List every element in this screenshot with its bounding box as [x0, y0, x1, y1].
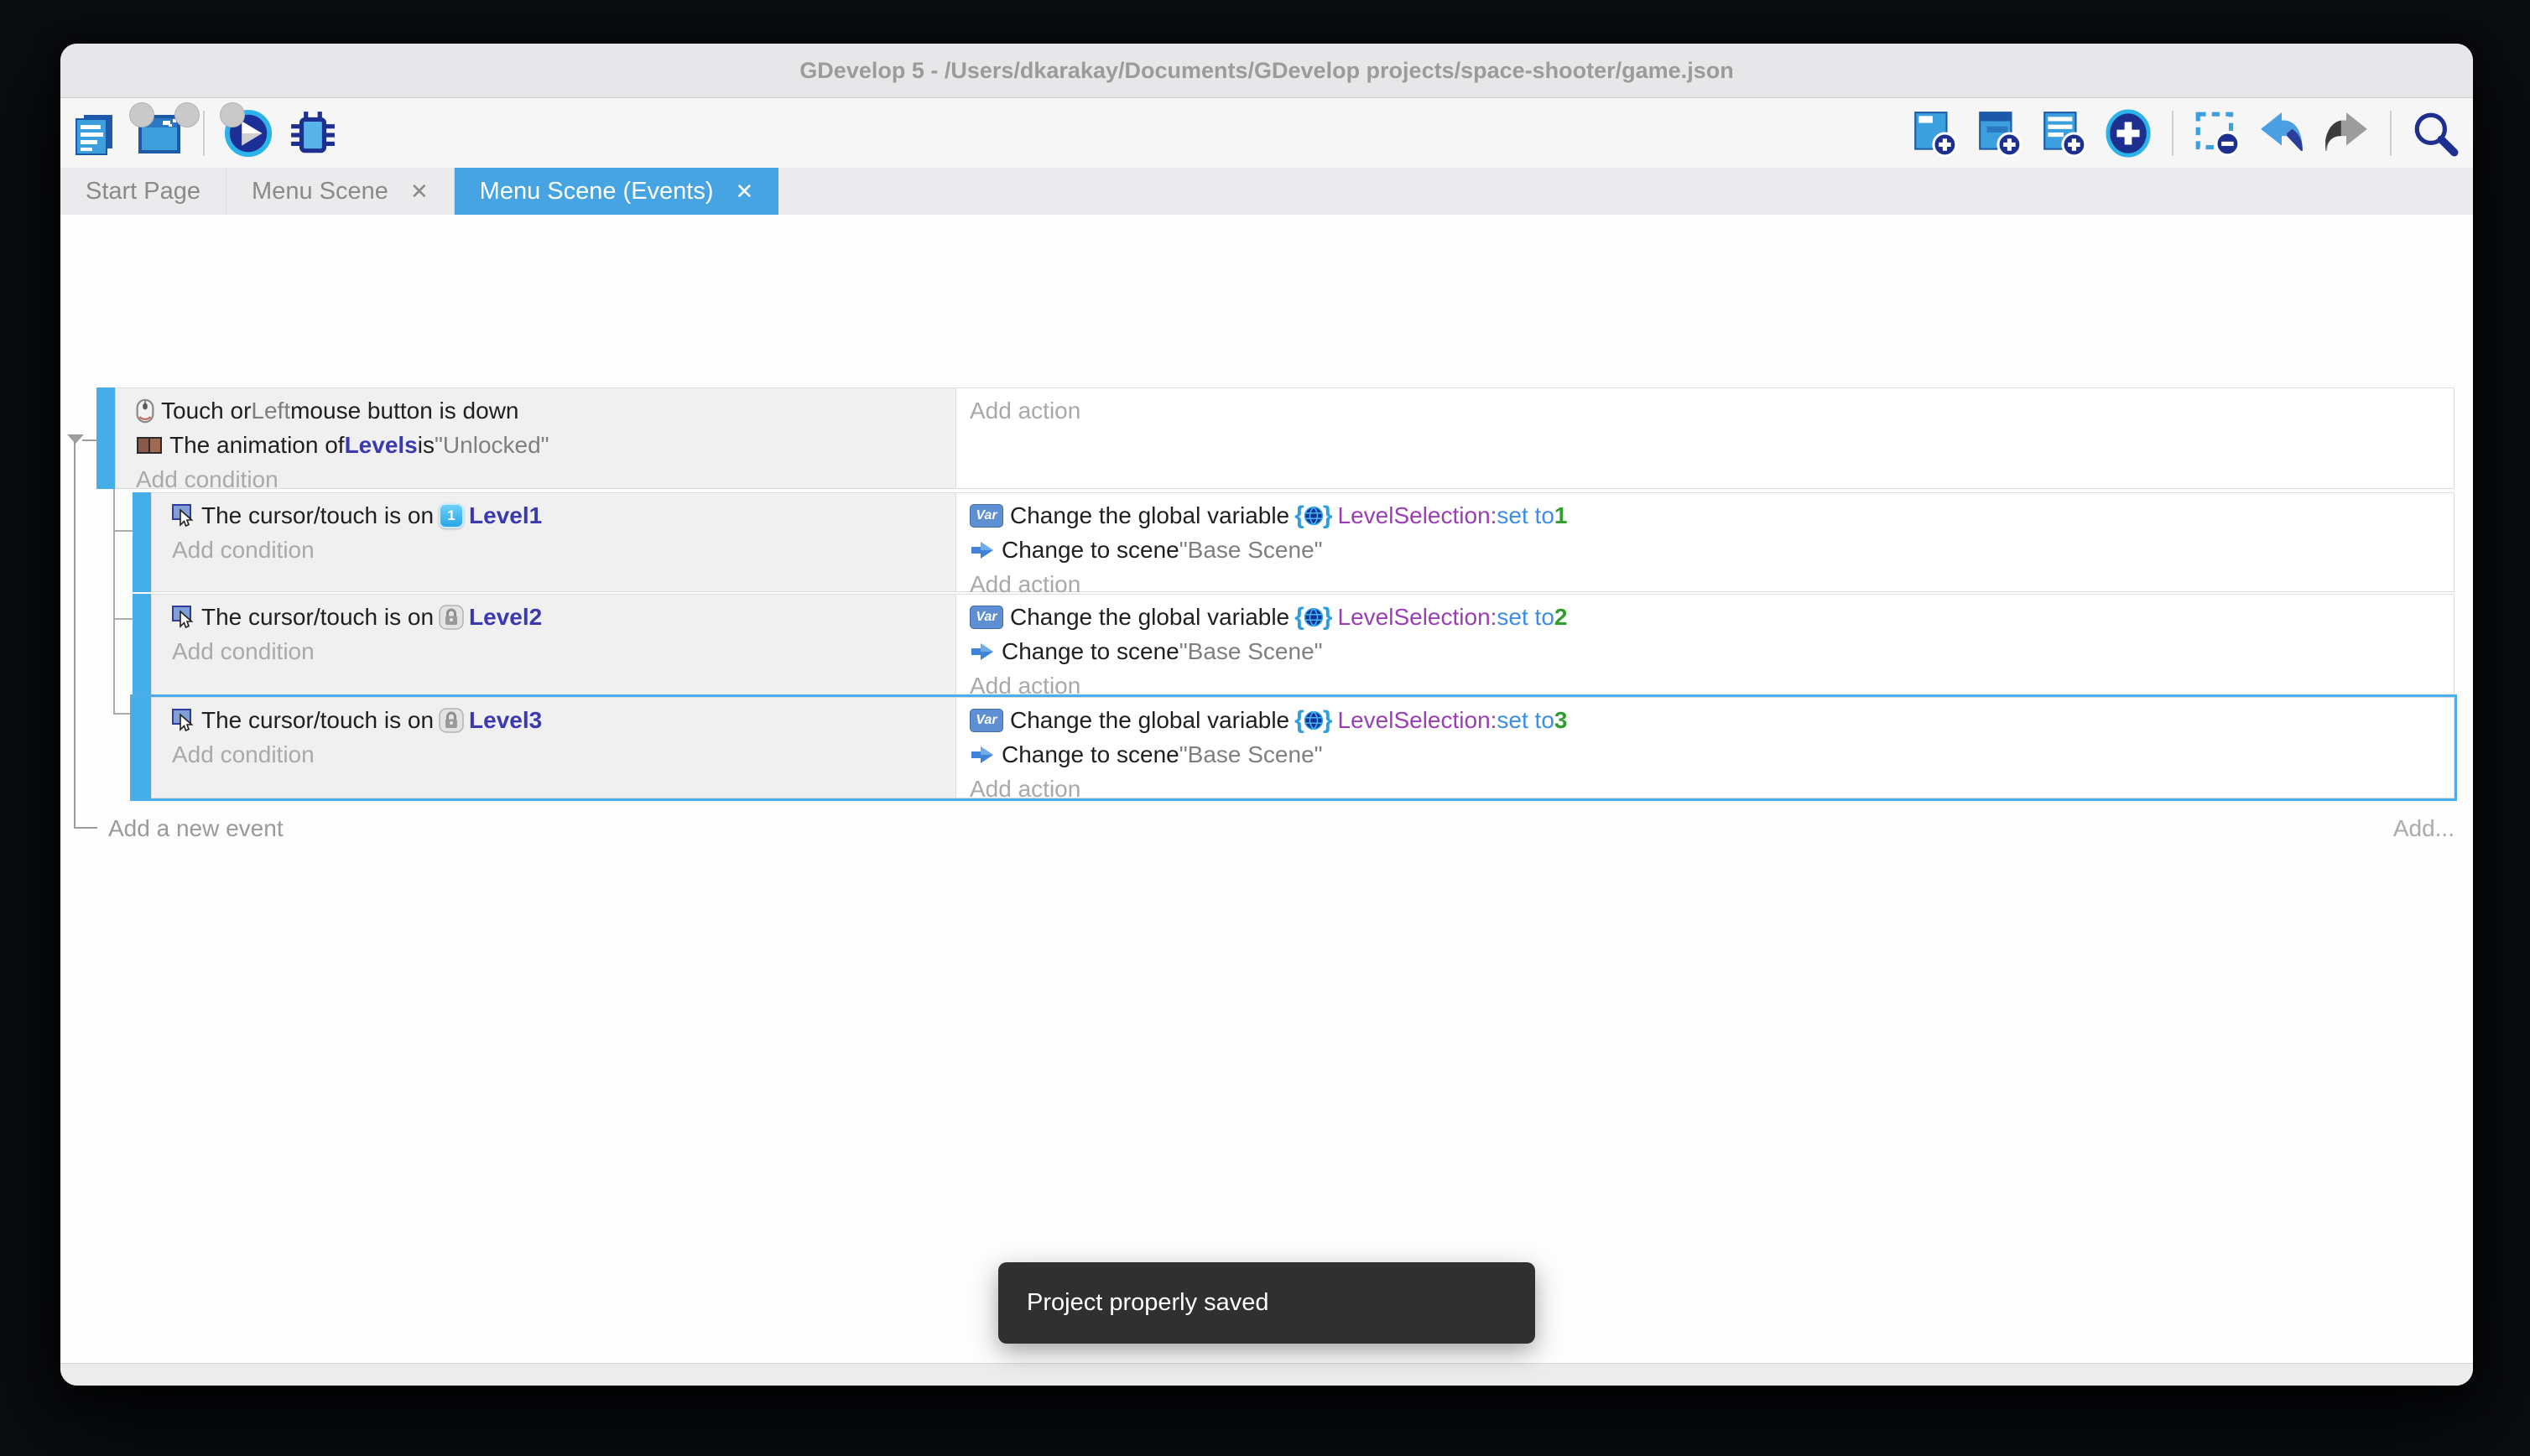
title-bar[interactable]: GDevelop 5 - /Users/dkarakay/Documents/G… [60, 44, 2473, 98]
tab-menu-scene-events-[interactable]: Menu Scene (Events) ✕ [455, 168, 779, 215]
add-event-icon[interactable] [1910, 109, 1959, 158]
event-drag-bar[interactable] [96, 387, 115, 489]
actions-column: VarChange the global variable {}LevelSel… [956, 493, 2454, 591]
toolbar-right-group [1910, 109, 2473, 158]
cursor-icon [172, 709, 195, 732]
action[interactable]: Change to scene "Base Scene" [970, 533, 2454, 567]
redo-icon[interactable] [2322, 109, 2371, 158]
scene-arrow-icon [970, 539, 995, 561]
toolbar-separator [2172, 111, 2173, 156]
add-action-button[interactable]: Add action [970, 393, 2454, 428]
add-condition-button[interactable]: Add condition [136, 462, 955, 497]
animation-icon [136, 434, 163, 456]
var-icon: Var [970, 606, 1003, 629]
tab-label: Start Page [86, 178, 200, 205]
window-bottom-chrome [60, 1363, 2473, 1386]
event-drag-bar[interactable] [133, 697, 151, 798]
actions-column: VarChange the global variable {}LevelSel… [956, 698, 2454, 798]
toast-message: Project properly saved [1027, 1289, 1269, 1317]
tab-label: Menu Scene (Events) [480, 178, 714, 205]
add-action-button[interactable]: Add action [970, 772, 2454, 806]
delete-event-icon[interactable] [2193, 109, 2241, 158]
lock-icon [439, 605, 464, 630]
tab-bar: Start PageMenu Scene✕Menu Scene (Events)… [60, 168, 2473, 216]
debug-icon[interactable] [289, 109, 337, 158]
tree-line [82, 439, 97, 441]
undo-icon[interactable] [2257, 109, 2306, 158]
tab-label: Menu Scene [252, 178, 388, 205]
add-more-button[interactable]: Add... [2393, 812, 2455, 845]
project-manager-icon[interactable] [70, 109, 119, 158]
conditions-column: The cursor/touch is on Level3Add conditi… [152, 698, 956, 798]
tab-menu-scene[interactable]: Menu Scene ✕ [226, 168, 455, 215]
add-new-event-button[interactable]: Add a new event [108, 812, 284, 845]
condition[interactable]: The cursor/touch is on Level3 [172, 703, 955, 737]
scene-arrow-icon [970, 744, 995, 766]
global-braces-icon: {} [1294, 503, 1332, 528]
cursor-icon [172, 504, 195, 528]
add-subevent-icon[interactable] [1975, 109, 2023, 158]
events-sheet: Touch or Left mouse button is downThe an… [60, 215, 2473, 1364]
actions-column: VarChange the global variable {}LevelSel… [956, 595, 2454, 694]
conditions-column: The cursor/touch is on Level2Add conditi… [152, 595, 956, 694]
level1-icon: 1 [439, 503, 464, 528]
tab-start-page[interactable]: Start Page [60, 168, 226, 215]
tree-line [113, 486, 115, 715]
snackbar-toast: Project properly saved [998, 1262, 1535, 1344]
action[interactable]: Change to scene "Base Scene" [970, 737, 2454, 772]
minimize-button[interactable] [174, 102, 200, 127]
tab-close-icon[interactable]: ✕ [410, 179, 429, 205]
add-other-event-icon[interactable] [2104, 109, 2153, 158]
traffic-lights [129, 102, 245, 127]
var-icon: Var [970, 709, 1003, 732]
conditions-column: Touch or Left mouse button is downThe an… [116, 388, 956, 488]
global-braces-icon: {} [1294, 605, 1332, 630]
add-condition-button[interactable]: Add condition [172, 737, 955, 772]
tree-line [74, 827, 97, 829]
desktop-background: GDevelop 5 - /Users/dkarakay/Documents/G… [0, 0, 2530, 1456]
add-comment-icon[interactable] [2039, 109, 2088, 158]
tree-line [113, 530, 133, 532]
sub-event-row[interactable]: The cursor/touch is on Level3Add conditi… [133, 697, 2455, 798]
add-condition-button[interactable]: Add condition [172, 533, 955, 567]
condition[interactable]: The cursor/touch is on Level2 [172, 600, 955, 634]
condition[interactable]: The animation of Levels is "Unlocked" [136, 428, 955, 462]
search-icon[interactable] [2411, 109, 2460, 158]
scene-arrow-icon [970, 641, 995, 663]
toolbar-separator [2390, 111, 2392, 156]
action[interactable]: VarChange the global variable {}LevelSel… [970, 498, 2454, 533]
global-braces-icon: {} [1294, 708, 1332, 733]
tree-line [74, 441, 75, 829]
condition[interactable]: Touch or Left mouse button is down [136, 393, 955, 428]
event-drag-bar[interactable] [133, 492, 151, 592]
sub-event-row[interactable]: The cursor/touch is on 1Level1Add condit… [133, 492, 2455, 592]
close-button[interactable] [129, 102, 154, 127]
var-icon: Var [970, 504, 1003, 528]
app-window: GDevelop 5 - /Users/dkarakay/Documents/G… [60, 44, 2473, 1386]
event-row[interactable]: Touch or Left mouse button is downThe an… [96, 387, 2455, 489]
action[interactable]: VarChange the global variable {}LevelSel… [970, 703, 2454, 737]
mouse-icon [136, 398, 154, 424]
main-toolbar [60, 98, 2473, 168]
actions-column: Add action [956, 388, 2454, 488]
action[interactable]: VarChange the global variable {}LevelSel… [970, 600, 2454, 634]
collapse-arrow-icon[interactable] [67, 434, 84, 444]
tree-line [113, 618, 133, 620]
cursor-icon [172, 606, 195, 629]
condition[interactable]: The cursor/touch is on 1Level1 [172, 498, 955, 533]
event-drag-bar[interactable] [133, 594, 151, 695]
add-condition-button[interactable]: Add condition [172, 634, 955, 668]
zoom-button[interactable] [220, 102, 245, 127]
sub-event-row[interactable]: The cursor/touch is on Level2Add conditi… [133, 594, 2455, 695]
conditions-column: The cursor/touch is on 1Level1Add condit… [152, 493, 956, 591]
lock-icon [439, 708, 464, 733]
action[interactable]: Change to scene "Base Scene" [970, 634, 2454, 668]
window-title: GDevelop 5 - /Users/dkarakay/Documents/G… [60, 44, 2473, 97]
tree-line [113, 713, 133, 715]
tab-close-icon[interactable]: ✕ [736, 179, 754, 205]
